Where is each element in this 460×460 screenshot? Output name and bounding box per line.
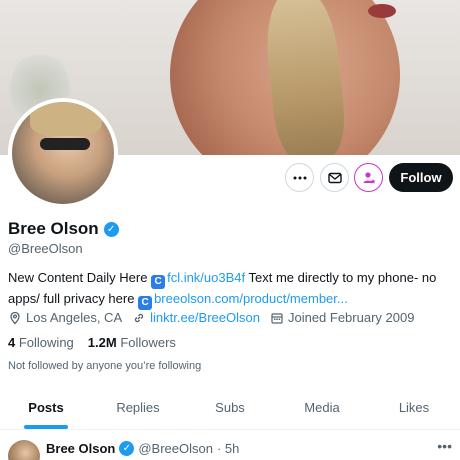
followers-link[interactable]: 1.2M Followers [88,335,176,350]
website-link[interactable]: linktr.ee/BreeOlson [150,310,260,325]
subscribe-button[interactable] [354,163,383,192]
location-item: Los Angeles, CA [8,310,122,325]
message-button[interactable] [320,163,349,192]
tab-label: Replies [116,400,160,415]
location-text: Los Angeles, CA [26,310,123,325]
joined-item: Joined February 2009 [270,310,414,325]
avatar-hair [30,102,102,136]
profile-meta: Los Angeles, CA linktr.ee/BreeOlson Join… [8,310,414,325]
more-icon [293,176,306,179]
tab-media[interactable]: Media [276,386,368,429]
followers-label: Followers [120,335,176,350]
profile-avatar[interactable] [8,98,118,208]
avatar-glasses [40,138,90,150]
website-item: linktr.ee/BreeOlson [132,310,260,325]
calendar-icon [271,312,283,324]
profile-name: Bree Olson ✓ [8,219,119,239]
link-icon [134,313,144,322]
location-pin-icon [10,311,20,324]
link-favicon-icon: C [151,275,166,289]
follow-counts: 4 Following 1.2M Followers [8,335,176,350]
not-followed-notice: Not followed by anyone you’re following [8,360,202,372]
profile-name-text: Bree Olson [8,219,99,238]
following-label: Following [18,335,74,350]
bio-link-2[interactable]: breeolson.com/product/member... [154,291,348,306]
following-link[interactable]: 4 Following [8,335,74,350]
follow-button[interactable]: Follow [389,163,453,192]
subscribe-icon [363,171,375,184]
envelope-icon [327,172,342,183]
bio-text-1: New Content Daily Here [8,270,148,285]
tab-posts[interactable]: Posts [0,386,92,429]
banner-lips [368,4,396,18]
verified-badge-icon: ✓ [119,441,135,456]
post-handle[interactable]: @BreeOlson [138,441,213,456]
following-count: 4 [8,335,16,350]
post-more-icon[interactable]: ••• [437,438,452,454]
more-options-button[interactable] [285,163,314,192]
tab-label: Posts [28,400,64,415]
active-tab-indicator [24,425,68,429]
tab-subs[interactable]: Subs [184,386,276,429]
post-header: Bree Olson ✓ @BreeOlson · 5h [46,441,239,456]
profile-tabs: Posts Replies Subs Media Likes [0,386,460,430]
bio-link-1[interactable]: fcl.ink/uo3B4f [167,270,245,285]
profile-handle: @BreeOlson [8,241,83,256]
post-item[interactable]: Bree Olson ✓ @BreeOlson · 5h ••• [0,436,460,460]
profile-bio: New Content Daily Here Cfcl.ink/uo3B4f T… [8,268,458,310]
post-avatar[interactable] [8,440,40,460]
post-time[interactable]: · 5h [217,441,239,456]
tab-likes[interactable]: Likes [368,386,460,429]
joined-text: Joined February 2009 [287,310,415,325]
tab-label: Subs [215,400,245,415]
post-author[interactable]: Bree Olson [46,441,115,456]
link-favicon-icon: C [138,296,153,310]
verified-badge-icon[interactable]: ✓ [103,221,119,237]
tab-replies[interactable]: Replies [92,386,184,429]
tab-label: Media [304,400,340,415]
tab-label: Likes [398,400,430,415]
followers-count: 1.2M [87,335,117,350]
